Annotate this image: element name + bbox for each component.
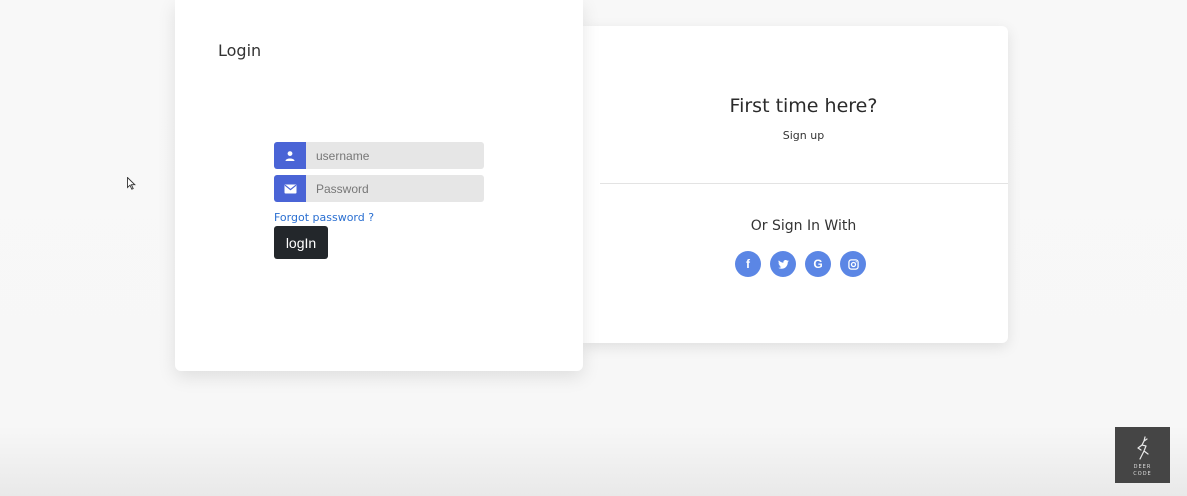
deer-logo-icon <box>1132 436 1154 464</box>
signup-link[interactable]: Sign up <box>583 129 1024 142</box>
username-row <box>274 142 484 169</box>
watermark-text: DEER CODE <box>1133 464 1152 477</box>
password-row <box>274 175 484 202</box>
twitter-icon[interactable] <box>770 251 796 277</box>
facebook-icon[interactable]: f <box>735 251 761 277</box>
mouse-cursor-icon <box>127 175 136 194</box>
brand-watermark: DEER CODE <box>1115 427 1170 483</box>
instagram-icon[interactable] <box>840 251 866 277</box>
forgot-password-link[interactable]: Forgot password ? <box>274 211 374 224</box>
login-card: Login Forgot password ? logIn <box>175 0 583 371</box>
login-button[interactable]: logIn <box>274 226 328 259</box>
envelope-icon <box>274 175 306 202</box>
signup-heading: First time here? <box>729 95 878 117</box>
login-title: Login <box>218 41 262 60</box>
google-icon[interactable]: G <box>805 251 831 277</box>
social-buttons: f G <box>735 251 866 277</box>
username-input[interactable] <box>306 142 484 169</box>
divider <box>600 183 1008 184</box>
password-input[interactable] <box>306 175 484 202</box>
signup-card: First time here? Sign up Or Sign In With… <box>583 26 1008 343</box>
or-sign-in-label: Or Sign In With <box>750 218 857 234</box>
user-icon <box>274 142 306 169</box>
